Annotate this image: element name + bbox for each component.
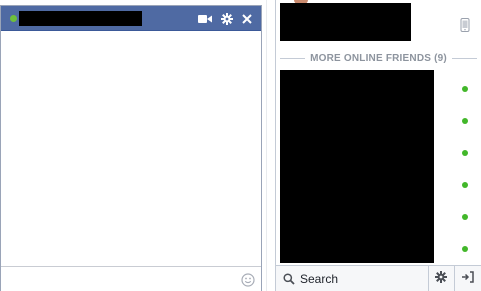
section-title: MORE ONLINE FRIENDS (9) — [310, 52, 447, 64]
chat-message-input[interactable] — [1, 266, 261, 291]
video-call-icon[interactable] — [197, 11, 213, 27]
gear-icon[interactable] — [219, 11, 235, 27]
smiley-icon[interactable] — [241, 273, 255, 287]
friend-entry[interactable] — [280, 3, 411, 41]
settings-button[interactable] — [428, 266, 453, 291]
online-status-dot — [462, 118, 468, 124]
mobile-phone-icon — [460, 18, 470, 32]
online-status-dot — [462, 214, 468, 220]
online-status-dot — [462, 246, 468, 252]
online-status-dot — [462, 182, 468, 188]
popout-icon — [461, 271, 474, 286]
divider — [451, 57, 478, 59]
buddy-list: MORE ONLINE FRIENDS (9) Search — [276, 0, 481, 291]
online-status-dot — [462, 86, 468, 92]
contact-name[interactable] — [19, 11, 142, 26]
online-friends-list[interactable] — [280, 70, 434, 263]
search-icon — [283, 272, 295, 285]
chat-header[interactable] — [1, 6, 261, 31]
chat-message-area — [1, 32, 261, 266]
divider — [280, 57, 306, 59]
section-header: MORE ONLINE FRIENDS (9) — [280, 51, 478, 65]
chat-window — [0, 5, 262, 291]
search-label: Search — [300, 271, 339, 286]
divider — [266, 0, 267, 291]
online-status-dot — [10, 15, 17, 22]
close-icon[interactable] — [239, 11, 255, 27]
gear-icon — [435, 271, 447, 286]
popout-button[interactable] — [454, 266, 479, 291]
buddy-list-footer: Search — [276, 265, 481, 291]
online-status-dot — [462, 150, 468, 156]
search-input[interactable]: Search — [276, 266, 431, 291]
